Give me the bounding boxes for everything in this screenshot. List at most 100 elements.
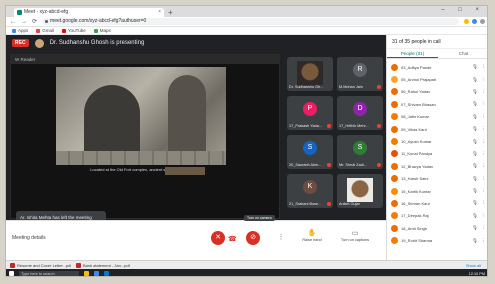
new-tab-button[interactable]: + bbox=[168, 8, 173, 17]
windows-start-icon[interactable] bbox=[9, 271, 14, 276]
bookmark-youtube[interactable]: YouTube bbox=[62, 28, 86, 33]
participant-row[interactable]: 16_Simran Kaur 🎙 ⋮ bbox=[391, 197, 486, 209]
edge-icon[interactable] bbox=[104, 271, 109, 276]
window-controls[interactable]: – □ × bbox=[441, 7, 485, 13]
more-options-icon[interactable]: ⋮ bbox=[481, 114, 486, 120]
bookmark-maps[interactable]: Maps bbox=[93, 28, 111, 33]
participant-tile[interactable]: S Mr. Shruti Zadi... bbox=[337, 135, 383, 169]
participant-row[interactable]: 13_Harsh Saini 🎙 ⋮ bbox=[391, 173, 486, 185]
more-options-icon[interactable]: ⋮ bbox=[481, 126, 486, 132]
back-icon[interactable]: ← bbox=[10, 19, 16, 25]
more-options-icon[interactable]: ⋮ bbox=[481, 188, 486, 194]
mic-icon[interactable]: 🎙 bbox=[472, 64, 478, 70]
mic-icon[interactable]: 🎙 bbox=[472, 101, 478, 107]
participant-row[interactable]: 03_Aditya Pande 🎙 ⋮ bbox=[391, 61, 486, 73]
tab-people[interactable]: People (31) bbox=[387, 49, 438, 58]
mic-icon[interactable]: 🎙 bbox=[472, 114, 478, 120]
url-field[interactable]: meet.google.com/xyz-abcd-efg?authuser=0 bbox=[42, 18, 459, 25]
participant-row[interactable]: 12_Bhavya Yadav 🎙 ⋮ bbox=[391, 160, 486, 172]
more-options-icon[interactable]: ⋮ bbox=[481, 176, 486, 182]
more-options-icon[interactable]: ⋮ bbox=[481, 101, 486, 107]
participant-tile[interactable]: S 20_Saurabh Ahm... bbox=[287, 135, 333, 169]
forward-icon[interactable]: → bbox=[21, 19, 27, 25]
mic-icon[interactable]: 🎙 bbox=[472, 200, 478, 206]
participant-name: 13_Harsh Saini bbox=[401, 176, 429, 182]
bookmark-apps[interactable]: Apps bbox=[12, 28, 28, 33]
mic-icon[interactable]: 🎙 bbox=[472, 163, 478, 169]
participant-row[interactable]: 07_Shivam Bhasan 🎙 ⋮ bbox=[391, 98, 486, 110]
participant-row[interactable]: 05_Anmol Prajapati 🎙 ⋮ bbox=[391, 73, 486, 85]
participant-tile[interactable]: P 17_Prakash Yada... bbox=[287, 96, 333, 130]
camera-off-button[interactable]: ⊘ bbox=[246, 231, 260, 245]
participant-avatar bbox=[391, 237, 398, 245]
participant-row[interactable]: 15_Kartik Kumar 🎙 ⋮ bbox=[391, 185, 486, 197]
extension-icon[interactable] bbox=[472, 19, 477, 24]
mic-off-icon bbox=[377, 163, 381, 167]
mic-icon[interactable]: 🎙 bbox=[472, 89, 478, 95]
arch-shape bbox=[168, 75, 206, 155]
taskbar-search[interactable]: Type here to search bbox=[19, 270, 79, 276]
meeting-details-button[interactable]: Meeting details bbox=[12, 235, 46, 241]
more-options-icon[interactable]: ⋮ bbox=[481, 139, 486, 145]
more-options-icon[interactable]: ⋮ bbox=[481, 77, 486, 83]
more-options-icon[interactable]: ⋮ bbox=[481, 238, 486, 244]
download-item[interactable]: Resume and Cover Letter...pdf bbox=[10, 262, 72, 268]
show-all-downloads[interactable]: Show all bbox=[466, 263, 481, 268]
reload-icon[interactable]: ⟳ bbox=[32, 18, 37, 25]
participant-tile[interactable]: D 17_Hrithik Mehr... bbox=[337, 96, 383, 130]
participant-name: Mr. Shruti Zadi... bbox=[339, 163, 367, 167]
more-options-icon[interactable]: ⋮ bbox=[481, 163, 486, 169]
mic-icon[interactable]: 🎙 bbox=[472, 238, 478, 244]
participant-tile[interactable]: Aniket Gujar bbox=[337, 174, 383, 208]
more-options-icon[interactable]: ⋮ bbox=[481, 64, 486, 70]
participant-row[interactable]: 09_Vikas Kant 🎙 ⋮ bbox=[391, 123, 486, 135]
chrome-icon[interactable] bbox=[94, 271, 99, 276]
profile-avatar[interactable] bbox=[480, 19, 485, 24]
participant-row[interactable]: 19_Rohit Sharma 🎙 ⋮ bbox=[391, 234, 486, 246]
mic-icon[interactable]: 🎙 bbox=[472, 176, 478, 182]
participant-name: 20_Saurabh Ahm... bbox=[289, 163, 322, 167]
participant-row[interactable]: 11_Kunal Pandya 🎙 ⋮ bbox=[391, 148, 486, 160]
participant-name: 17_Hrithik Mehr... bbox=[339, 124, 369, 128]
presenter-avatar bbox=[34, 38, 44, 48]
tab-close-icon[interactable]: × bbox=[158, 8, 161, 17]
raise-hand-button[interactable]: ✋ Raise hand bbox=[292, 229, 332, 242]
monument-photo bbox=[56, 67, 226, 165]
mic-icon[interactable]: 🎙 bbox=[472, 188, 478, 194]
file-explorer-icon[interactable] bbox=[84, 271, 89, 276]
download-item[interactable]: Bank statement - Jan...pdf bbox=[76, 262, 138, 268]
more-options-icon[interactable]: ⋮ bbox=[274, 231, 288, 245]
photo-thumbnail bbox=[165, 167, 205, 175]
mic-off-button[interactable]: ✕ bbox=[211, 231, 225, 245]
participant-tile[interactable]: R M.Mohan Jain bbox=[337, 57, 383, 91]
participant-name: 19_Rohit Sharma bbox=[401, 238, 433, 244]
participant-row[interactable]: 17_Deepak Raj 🎙 ⋮ bbox=[391, 210, 486, 222]
camera-tooltip: Turn on camera bbox=[244, 215, 275, 221]
mic-icon[interactable]: 🎙 bbox=[472, 225, 478, 231]
more-options-icon[interactable]: ⋮ bbox=[481, 151, 486, 157]
bookmark-gmail[interactable]: Gmail bbox=[36, 28, 54, 33]
captions-button[interactable]: ▭ Turn on captions bbox=[336, 229, 374, 242]
more-options-icon[interactable]: ⋮ bbox=[481, 89, 486, 95]
browser-tab[interactable]: Meet - xyz-abcd-efg × bbox=[14, 8, 164, 17]
participant-tile[interactable]: K 21_Srabani Bose... bbox=[287, 174, 333, 208]
mic-icon[interactable]: 🎙 bbox=[472, 151, 478, 157]
participant-row[interactable]: 08_Jatin Kumar 🎙 ⋮ bbox=[391, 111, 486, 123]
mic-icon[interactable]: 🎙 bbox=[472, 139, 478, 145]
more-options-icon[interactable]: ⋮ bbox=[481, 200, 486, 206]
mic-off-icon bbox=[377, 85, 381, 89]
participant-row[interactable]: 18_Amit Singh 🎙 ⋮ bbox=[391, 222, 486, 234]
presentation-area: W Reader Located at the Old Fort complex… bbox=[10, 54, 280, 219]
hang-up-button[interactable]: ☎ bbox=[228, 235, 237, 243]
extension-icon[interactable] bbox=[464, 19, 469, 24]
mic-icon[interactable]: 🎙 bbox=[472, 126, 478, 132]
mic-icon[interactable]: 🎙 bbox=[472, 213, 478, 219]
mic-icon[interactable]: 🎙 bbox=[472, 77, 478, 83]
people-panel: 31 of 35 people in call People (31) Chat… bbox=[386, 35, 487, 260]
tab-chat[interactable]: Chat bbox=[438, 49, 487, 58]
participant-row[interactable]: 10_Ayush Kumar 🎙 ⋮ bbox=[391, 135, 486, 147]
participant-row[interactable]: 06_Rahul Yadav 🎙 ⋮ bbox=[391, 86, 486, 98]
more-options-icon[interactable]: ⋮ bbox=[481, 225, 486, 231]
participant-tile[interactable]: Dr. Sudhanshu Gh... bbox=[287, 57, 333, 91]
more-options-icon[interactable]: ⋮ bbox=[481, 213, 486, 219]
